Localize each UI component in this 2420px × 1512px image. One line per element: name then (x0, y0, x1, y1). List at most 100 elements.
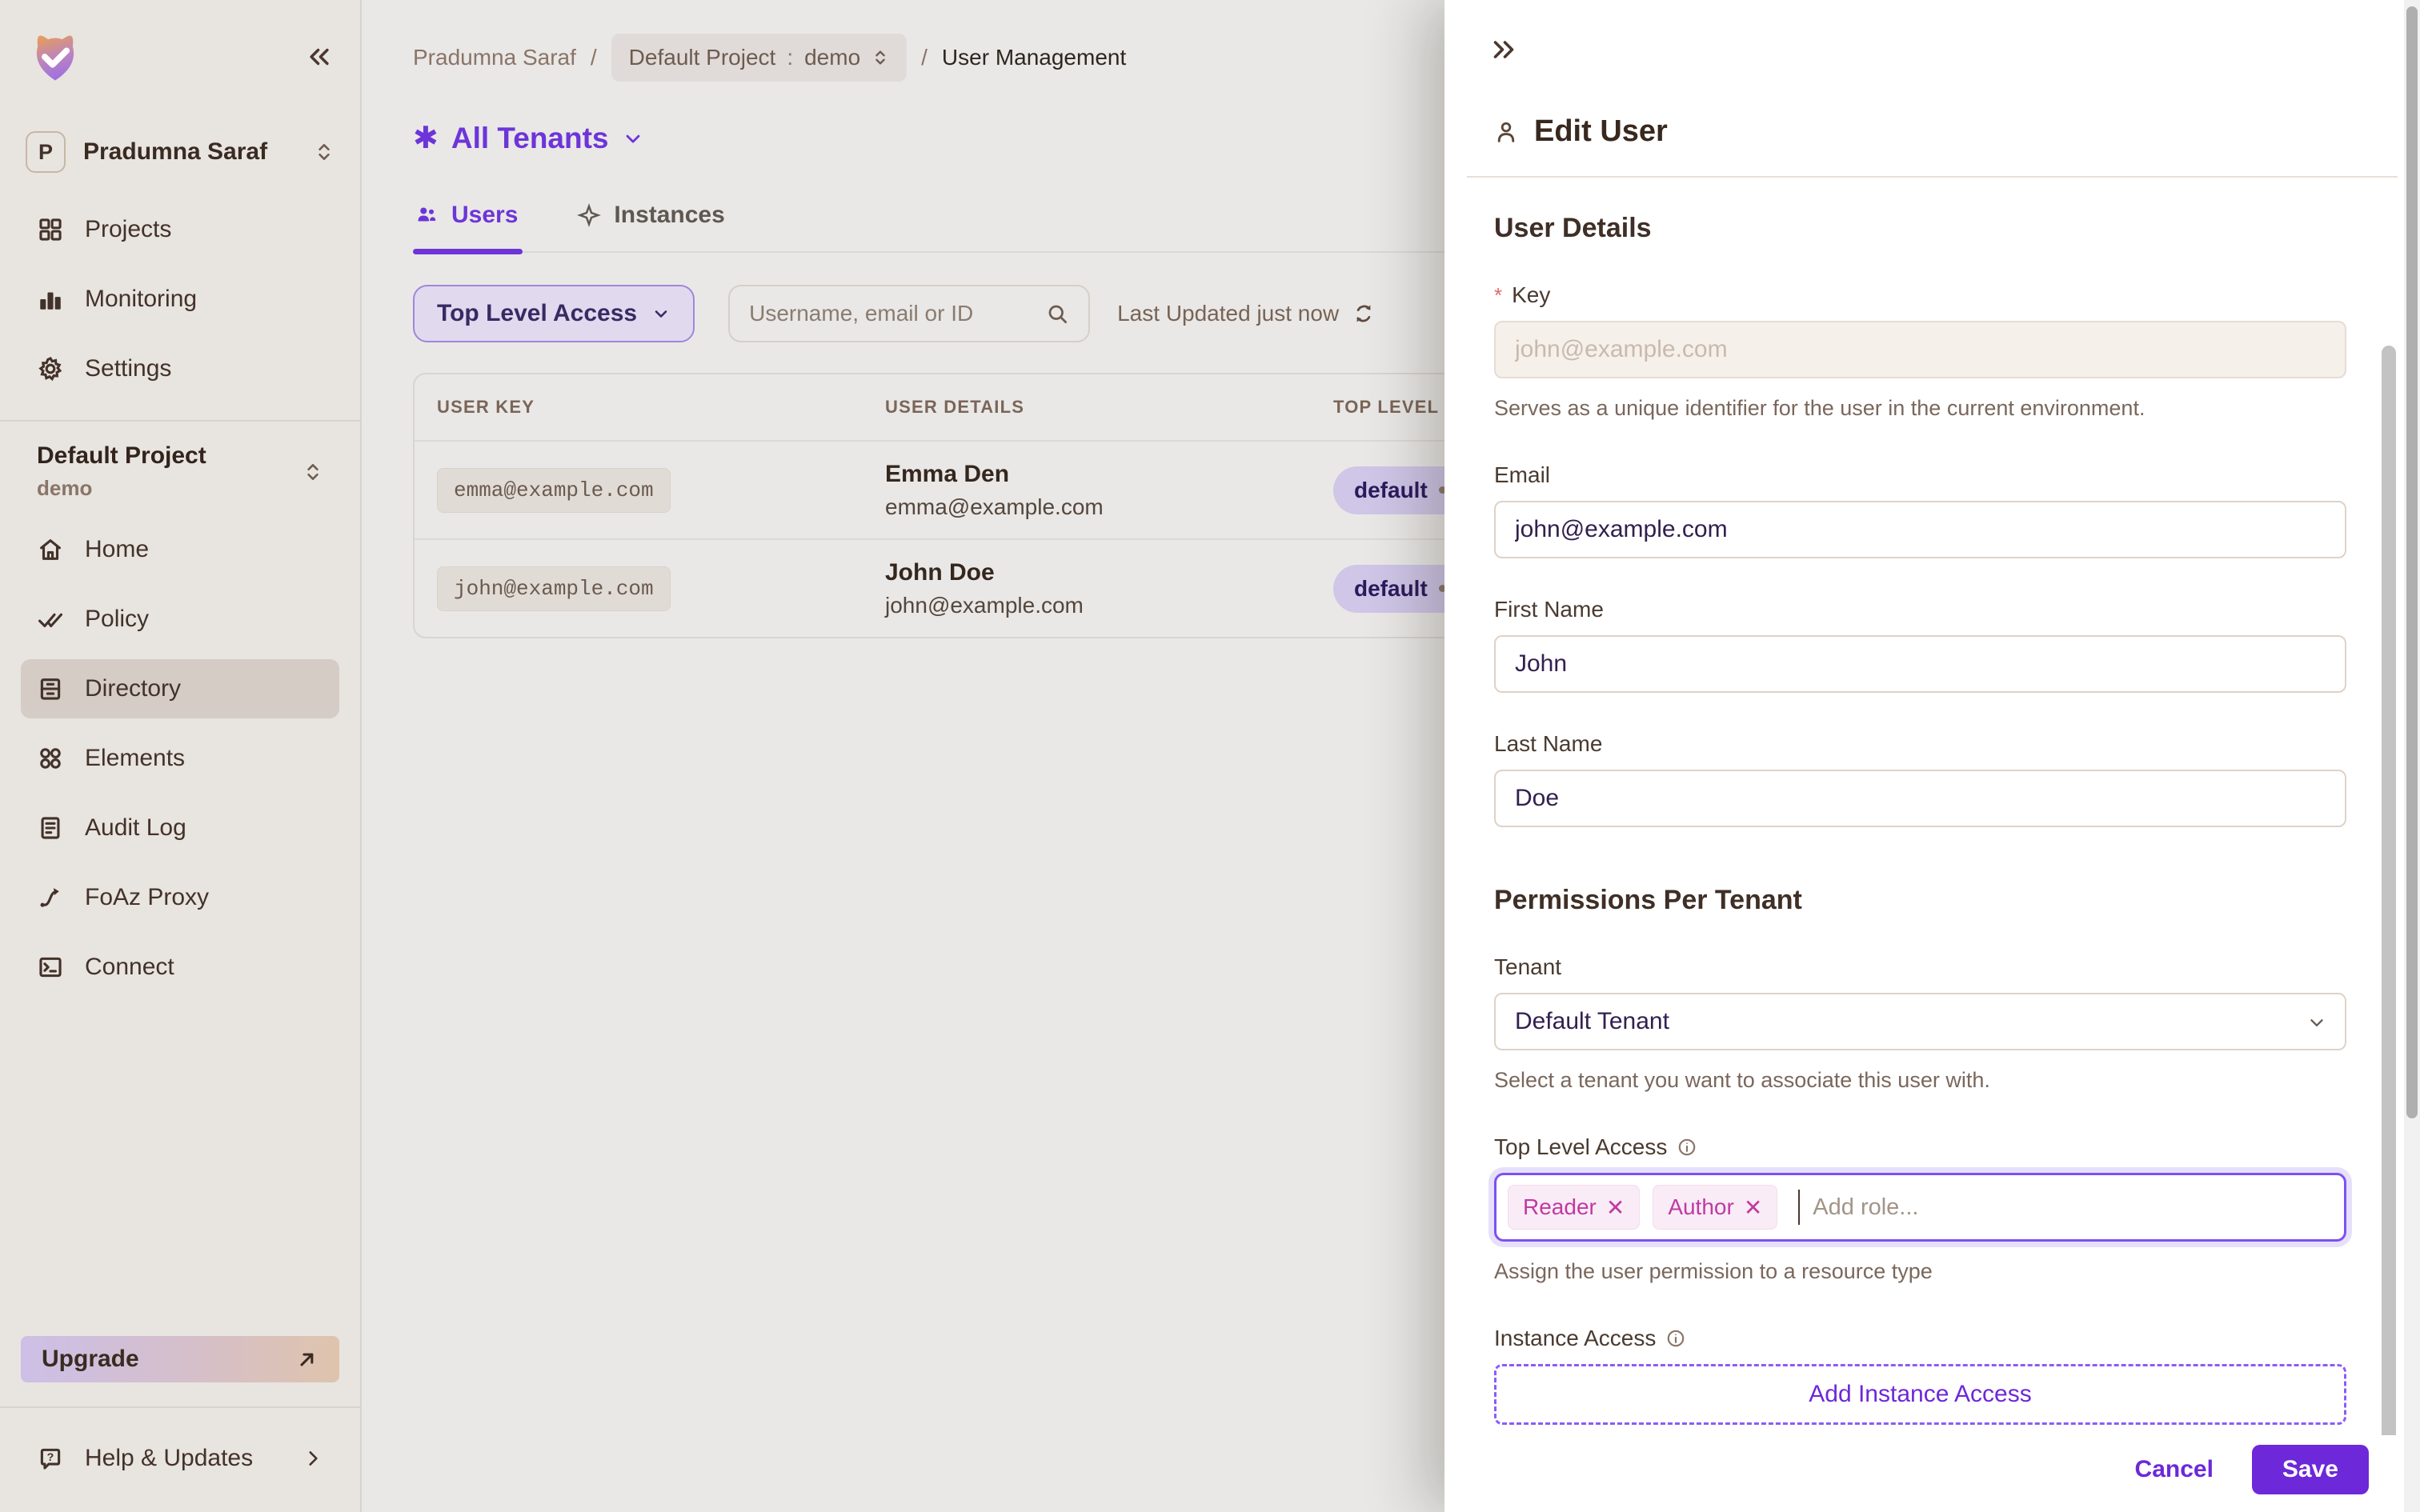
last-name-field-group: Last Name (1494, 731, 2346, 827)
sidebar: P Pradumna Saraf Projects (0, 0, 362, 1512)
column-user-key: USER KEY (437, 397, 885, 418)
add-role-input[interactable] (1813, 1194, 2333, 1221)
tenant-select[interactable] (1494, 993, 2346, 1050)
info-icon (1677, 1137, 1697, 1158)
tenant-help-text: Select a tenant you want to associate th… (1494, 1065, 2346, 1096)
role-chip: Author ✕ (1653, 1185, 1777, 1230)
tenant-label: Tenant (1494, 954, 1561, 980)
user-name: John Doe (885, 559, 1333, 586)
user-email: john@example.com (885, 593, 1333, 618)
user-key-pill: emma@example.com (437, 468, 671, 513)
user-search (728, 285, 1090, 342)
bar-chart-icon (37, 286, 64, 313)
cancel-button[interactable]: Cancel (2135, 1456, 2214, 1483)
first-name-field-group: First Name (1494, 597, 2346, 693)
permit-logo-icon (27, 29, 83, 85)
sidebar-item-label: Elements (85, 745, 185, 772)
sidebar-item-foaz-proxy[interactable]: FoAz Proxy (21, 868, 339, 927)
last-updated-text: Last Updated just now (1117, 301, 1339, 326)
search-input[interactable] (749, 301, 1045, 326)
sidebar-collapse-icon[interactable] (306, 43, 333, 70)
top-level-access-filter-button[interactable]: Top Level Access (413, 285, 695, 342)
cabinet-icon (37, 675, 64, 702)
workspace-name: Pradumna Saraf (83, 138, 296, 166)
last-name-label: Last Name (1494, 731, 1602, 757)
project-selector[interactable]: Default Project demo (21, 442, 339, 501)
workspace-selector[interactable]: P Pradumna Saraf (21, 131, 339, 173)
grid-icon (37, 216, 64, 243)
breadcrumb-env: demo (804, 45, 860, 70)
first-name-field[interactable] (1494, 635, 2346, 693)
add-instance-access-button[interactable]: Add Instance Access (1494, 1364, 2346, 1425)
sidebar-item-directory[interactable]: Directory (21, 659, 339, 718)
breadcrumb-user[interactable]: Pradumna Saraf (413, 45, 576, 70)
divider (0, 1406, 360, 1408)
key-help-text: Serves as a unique identifier for the us… (1494, 393, 2346, 424)
last-name-field[interactable] (1494, 770, 2346, 827)
double-check-icon (37, 606, 64, 633)
breadcrumb-project-selector[interactable]: Default Project : demo (611, 34, 907, 82)
instance-access-label: Instance Access (1494, 1326, 1656, 1351)
four-circles-icon (37, 745, 64, 772)
chevrons-up-down-icon (871, 49, 889, 66)
page-scrollbar-thumb[interactable] (2406, 6, 2418, 1118)
svg-text:?: ? (47, 1451, 54, 1464)
chevron-down-icon (651, 304, 671, 323)
breadcrumb-colon: : (787, 45, 793, 70)
help-label: Help & Updates (85, 1445, 282, 1472)
key-input (1494, 321, 2346, 378)
sidebar-item-projects[interactable]: Projects (21, 200, 339, 259)
tenant-filter-label: All Tenants (451, 122, 609, 155)
drawer-scrollbar-thumb[interactable] (2382, 346, 2396, 1435)
required-asterisk: * (1494, 283, 1502, 308)
help-updates-button[interactable]: ? Help & Updates (21, 1429, 339, 1488)
last-updated-status: Last Updated just now (1117, 301, 1376, 326)
sidebar-item-label: Connect (85, 954, 174, 981)
sidebar-item-connect[interactable]: Connect (21, 938, 339, 997)
page-scrollbar[interactable] (2404, 0, 2420, 1512)
drawer-scrollbar[interactable] (2382, 346, 2396, 1435)
drawer-body: User Details * Key Serves as a unique id… (1444, 178, 2420, 1435)
tab-instances[interactable]: Instances (575, 197, 729, 251)
project-name: Default Project (37, 442, 302, 470)
upgrade-label: Upgrade (42, 1346, 139, 1373)
remove-chip-icon[interactable]: ✕ (1744, 1194, 1762, 1221)
refresh-icon[interactable] (1352, 302, 1376, 326)
user-key-pill: john@example.com (437, 566, 671, 611)
email-field-group: Email (1494, 462, 2346, 558)
sidebar-item-elements[interactable]: Elements (21, 729, 339, 788)
sidebar-item-label: Settings (85, 355, 171, 382)
breadcrumb-page: User Management (942, 45, 1126, 70)
app-root: P Pradumna Saraf Projects (0, 0, 2420, 1512)
email-field[interactable] (1494, 501, 2346, 558)
avatar: P (26, 131, 66, 173)
sidebar-item-monitoring[interactable]: Monitoring (21, 270, 339, 329)
terminal-icon (37, 954, 64, 981)
sidebar-item-audit-log[interactable]: Audit Log (21, 798, 339, 858)
sidebar-item-policy[interactable]: Policy (21, 590, 339, 649)
sidebar-item-home[interactable]: Home (21, 520, 339, 579)
drawer-footer: Cancel Save (1444, 1435, 2420, 1512)
user-name: Emma Den (885, 461, 1333, 488)
top-level-access-group: Top Level Access Reader ✕ Author ✕ (1494, 1134, 2346, 1287)
user-details-heading: User Details (1494, 213, 2346, 244)
drawer-collapse-icon[interactable] (1489, 35, 1518, 64)
route-arrow-icon (37, 884, 64, 911)
role-chip-label: Author (1668, 1194, 1734, 1220)
key-label: Key (1512, 282, 1550, 308)
upgrade-button[interactable]: Upgrade (21, 1336, 339, 1382)
tab-users[interactable]: Users (413, 197, 523, 251)
tenant-field-group: Tenant Select a tenant you want to assoc… (1494, 954, 2346, 1096)
drawer-title: Edit User (1534, 114, 1668, 149)
sidebar-item-label: Audit Log (85, 814, 186, 842)
divider (0, 420, 360, 422)
sidebar-item-label: FoAz Proxy (85, 884, 209, 911)
save-button[interactable]: Save (2252, 1445, 2369, 1494)
user-email: emma@example.com (885, 494, 1333, 520)
remove-chip-icon[interactable]: ✕ (1606, 1194, 1625, 1221)
role-multi-select[interactable]: Reader ✕ Author ✕ (1494, 1173, 2346, 1242)
sidebar-item-settings[interactable]: Settings (21, 339, 339, 398)
edit-user-drawer: Edit User User Details * Key Serves as a… (1444, 0, 2420, 1512)
document-icon (37, 814, 64, 842)
first-name-label: First Name (1494, 597, 1604, 622)
